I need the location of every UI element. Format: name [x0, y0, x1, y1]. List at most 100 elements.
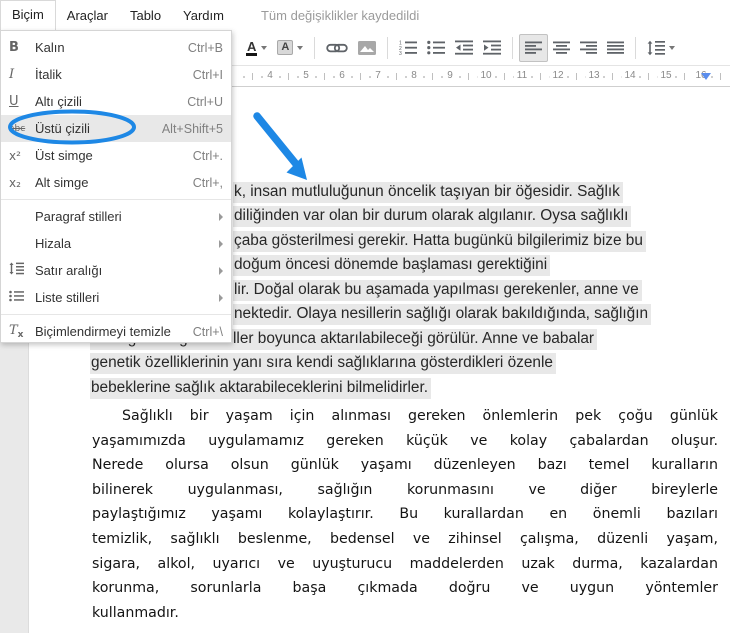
numbered-list-button[interactable]: 1 2 3	[394, 35, 422, 61]
text-line[interactable]: yaşamımızda uygulamamız gereken küçük ve…	[92, 429, 718, 454]
menu-item-line-spacing[interactable]: Satır aralığı	[1, 257, 231, 284]
format-menu: B Kalın Ctrl+B I İtalik Ctrl+I U Altı çi…	[0, 30, 232, 343]
justify-button[interactable]	[602, 35, 629, 61]
menu-item-italic[interactable]: I İtalik Ctrl+I	[1, 61, 231, 88]
text-line[interactable]: paylaştığımız yaşamı kolaylaştırır. Bu k…	[92, 502, 718, 527]
menu-item-subscript[interactable]: x₂ Alt simge Ctrl+,	[1, 169, 231, 196]
menu-item-label: Biçimlendirmeyi temizle	[35, 324, 193, 339]
svg-text:3: 3	[399, 51, 402, 55]
italic-icon: I	[9, 67, 35, 82]
text-line[interactable]: nektedir. Olaya nesillerin sağlığı olara…	[233, 303, 651, 327]
superscript-icon: x²	[9, 149, 35, 163]
text-color-button[interactable]: A	[241, 35, 272, 61]
menu-item-label: Üstü çizili	[35, 121, 162, 136]
subscript-icon: x₂	[9, 176, 35, 190]
menu-item-label: Paragraf stilleri	[35, 209, 219, 224]
numbered-list-icon: 1 2 3	[399, 40, 417, 55]
bold-icon: B	[9, 40, 35, 55]
chevron-down-icon	[297, 46, 303, 50]
menu-item-superscript[interactable]: x² Üst simge Ctrl+.	[1, 142, 231, 169]
submenu-arrow-icon	[219, 240, 223, 248]
highlight-color-button[interactable]: A	[272, 35, 308, 61]
text-line[interactable]: çaba gösterilmesi gerekir. Hatta bugünkü…	[233, 230, 646, 254]
link-icon	[326, 41, 348, 55]
ruler-number: 8	[408, 70, 420, 81]
ruler-number: 12	[549, 70, 566, 81]
menu-shortcut: Ctrl+\	[193, 325, 223, 339]
menu-divider	[1, 199, 231, 200]
text-line[interactable]: bilinerek uygulanması, sağlığın korunmas…	[92, 478, 718, 503]
insert-image-button[interactable]	[353, 35, 381, 61]
text-line[interactable]: Nerede olursa olsun günlük yaşamı düzenl…	[92, 453, 718, 478]
menu-item-label: Üst simge	[35, 148, 193, 163]
text-line[interactable]: lir. Doğal olarak bu aşamada yapılması g…	[233, 279, 642, 303]
menu-item-bold[interactable]: B Kalın Ctrl+B	[1, 34, 231, 61]
menu-shortcut: Ctrl+.	[193, 149, 223, 163]
menu-divider	[1, 314, 231, 315]
line-spacing-button[interactable]	[642, 35, 680, 61]
text-line[interactable]: diliğinden var olan bir durum olarak alg…	[233, 205, 631, 229]
align-left-button[interactable]	[519, 34, 548, 62]
align-right-button[interactable]	[575, 35, 602, 61]
menu-tablo[interactable]: Tablo	[119, 1, 172, 30]
text-line[interactable]: bebeklerine sağlık aktarabileceklerini b…	[90, 377, 431, 401]
app-window: Biçim Araçlar Tablo Yardım Tüm değişikli…	[0, 0, 730, 633]
save-status: Tüm değişiklikler kaydedildi	[261, 8, 419, 23]
menu-item-label: İtalik	[35, 67, 193, 82]
strikethrough-icon: abc	[9, 124, 35, 134]
menu-item-label: Altı çizili	[35, 94, 187, 109]
ruler-number: 5	[300, 70, 312, 81]
ruler-number: 13	[585, 70, 602, 81]
menu-item-underline[interactable]: U Altı çizili Ctrl+U	[1, 88, 231, 115]
menu-shortcut: Alt+Shift+5	[162, 122, 223, 136]
decrease-indent-button[interactable]	[450, 35, 478, 61]
menu-item-label: Satır aralığı	[35, 263, 219, 278]
toolbar-divider	[314, 37, 315, 59]
align-center-button[interactable]	[548, 35, 575, 61]
ruler-number: 15	[657, 70, 674, 81]
paragraph-2[interactable]: Sağlıklı bir yaşam için alınması gereken…	[92, 404, 718, 625]
menu-item-align[interactable]: Hizala	[1, 230, 231, 257]
menu-bicim[interactable]: Biçim	[0, 0, 56, 30]
underline-icon: U	[9, 94, 35, 109]
submenu-arrow-icon	[219, 213, 223, 221]
justify-icon	[607, 41, 624, 55]
text-line[interactable]: temizlik, sağlıklı beslenme, bedensel ve…	[92, 527, 718, 552]
menu-item-label: Kalın	[35, 40, 188, 55]
menu-item-paragraph-styles[interactable]: Paragraf stilleri	[1, 203, 231, 230]
align-right-icon	[580, 41, 597, 55]
toolbar-divider	[512, 37, 513, 59]
ruler-number: 14	[621, 70, 638, 81]
menu-item-list-styles[interactable]: Liste stilleri	[1, 284, 231, 311]
increase-indent-button[interactable]	[478, 35, 506, 61]
align-left-icon	[525, 41, 542, 55]
text-line[interactable]: kullanmadır.	[92, 601, 718, 626]
chevron-down-icon	[669, 46, 675, 50]
text-line[interactable]: korunma, sorunlarla başa çıkmada doğru v…	[92, 576, 718, 601]
menu-shortcut: Ctrl+U	[187, 95, 223, 109]
text-line[interactable]: genetik özelliklerinin yanı sıra kendi s…	[90, 352, 556, 376]
menu-item-label: Hizala	[35, 236, 219, 251]
menubar: Biçim Araçlar Tablo Yardım Tüm değişikli…	[0, 0, 730, 30]
bulleted-list-button[interactable]	[422, 35, 450, 61]
right-indent-marker[interactable]	[701, 73, 711, 80]
menu-item-label: Alt simge	[35, 175, 193, 190]
menu-item-strikethrough[interactable]: abc Üstü çizili Alt+Shift+5	[1, 115, 231, 142]
text-line[interactable]: sigara, alkol, uyarıcı ve uyuşturucu mad…	[92, 552, 718, 577]
list-styles-icon	[9, 290, 35, 306]
toolbar-divider	[635, 37, 636, 59]
line-spacing-icon	[9, 262, 35, 279]
menu-item-clear-formatting[interactable]: Tx Biçimlendirmeyi temizle Ctrl+\	[1, 318, 231, 345]
ruler-number: 9	[444, 70, 456, 81]
text-line[interactable]: doğum öncesi dönemde başlaması gerektiği…	[233, 254, 550, 278]
menu-araclar[interactable]: Araçlar	[56, 1, 119, 30]
ruler-number: 10	[477, 70, 494, 81]
menu-yardim[interactable]: Yardım	[172, 1, 235, 30]
decrease-indent-icon	[455, 40, 473, 55]
align-center-icon	[553, 41, 570, 55]
ruler-number: 7	[372, 70, 384, 81]
text-line[interactable]: k, insan mutluluğunun öncelik taşıyan bi…	[233, 181, 623, 205]
insert-link-button[interactable]	[321, 35, 353, 61]
increase-indent-icon	[483, 40, 501, 55]
text-line[interactable]: Sağlıklı bir yaşam için alınması gereken…	[92, 404, 718, 429]
